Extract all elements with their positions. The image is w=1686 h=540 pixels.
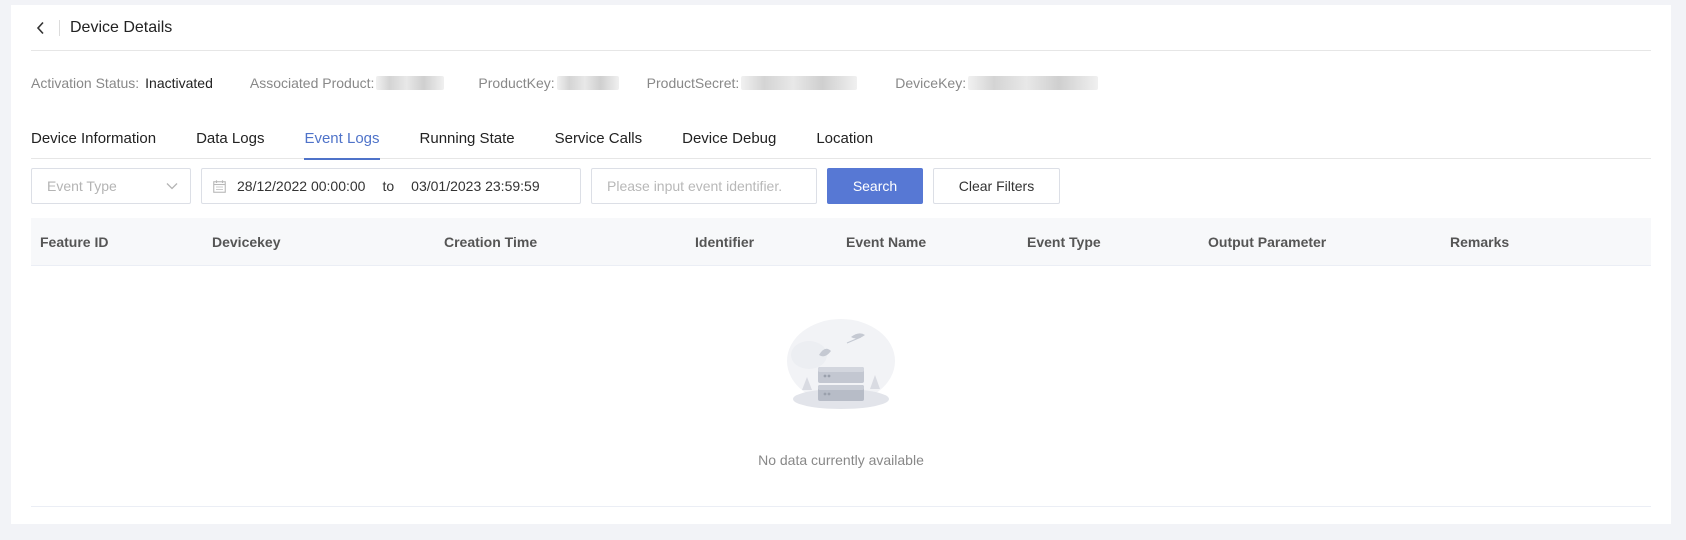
product-key-label: ProductKey:: [478, 75, 555, 91]
event-logs-table: Feature ID Devicekey Creation Time Ident…: [31, 218, 1651, 507]
tab-device-information[interactable]: Device Information: [31, 121, 156, 159]
page-title: Device Details: [70, 18, 173, 36]
column-header-feature-id: Feature ID: [40, 234, 109, 250]
tab-data-logs[interactable]: Data Logs: [196, 121, 264, 159]
clear-filters-button[interactable]: Clear Filters: [933, 168, 1060, 204]
device-key: DeviceKey:: [895, 75, 1099, 91]
event-type-select[interactable]: Event Type: [31, 168, 191, 204]
device-details-panel: Device Details Activation Status: Inacti…: [11, 5, 1671, 524]
chevron-left-icon: [36, 21, 44, 34]
product-key-masked-value: [556, 76, 619, 90]
date-range-separator: to: [382, 178, 395, 194]
associated-product-label: Associated Product:: [249, 75, 375, 91]
product-secret-label: ProductSecret:: [646, 75, 740, 91]
event-identifier-input[interactable]: [591, 168, 817, 204]
detail-tabs: Device Information Data Logs Event Logs …: [31, 121, 1651, 160]
table-empty-state: No data currently available: [31, 266, 1651, 507]
device-info-summary: Activation Status: Inactivated Associate…: [31, 73, 1099, 93]
activation-status-value: Inactivated: [145, 75, 213, 91]
date-start-value[interactable]: 28/12/2022 00:00:00: [237, 178, 365, 194]
table-header: Feature ID Devicekey Creation Time Ident…: [31, 218, 1651, 266]
chevron-down-icon: [166, 183, 178, 190]
empty-data-illustration: [781, 315, 901, 424]
column-header-identifier: Identifier: [695, 234, 755, 250]
back-button[interactable]: [31, 18, 51, 38]
associated-product: Associated Product:: [250, 75, 445, 91]
activation-status: Activation Status: Inactivated: [31, 75, 213, 91]
search-button[interactable]: Search: [827, 168, 923, 204]
product-secret: ProductSecret:: [647, 75, 858, 91]
calendar-icon: [213, 179, 226, 193]
date-range-picker[interactable]: 28/12/2022 00:00:00 to 03/01/2023 23:59:…: [201, 168, 581, 204]
column-header-devicekey: Devicekey: [212, 234, 281, 250]
activation-status-label: Activation Status:: [31, 75, 140, 91]
event-type-placeholder: Event Type: [47, 178, 117, 194]
empty-state-text: No data currently available: [758, 452, 924, 468]
device-key-masked-value: [968, 76, 1099, 90]
tab-running-state[interactable]: Running State: [420, 121, 515, 159]
associated-product-masked-value: [376, 76, 445, 90]
tab-device-debug[interactable]: Device Debug: [682, 121, 776, 159]
device-key-label: DeviceKey:: [895, 75, 967, 91]
column-header-output-parameter: Output Parameter: [1208, 234, 1327, 250]
product-key: ProductKey:: [478, 75, 619, 91]
tab-event-logs[interactable]: Event Logs: [304, 121, 380, 160]
date-end-value[interactable]: 03/01/2023 23:59:59: [411, 178, 539, 194]
tab-location[interactable]: Location: [816, 121, 873, 159]
header-divider: [59, 19, 60, 36]
column-header-event-name: Event Name: [846, 234, 927, 250]
column-header-event-type: Event Type: [1027, 234, 1101, 250]
tab-service-calls[interactable]: Service Calls: [555, 121, 643, 159]
page-header: Device Details: [31, 5, 1651, 51]
filter-bar: Event Type 28/12/2022 00:00:00 to 03/01/…: [31, 168, 1060, 204]
column-header-creation-time: Creation Time: [444, 234, 538, 250]
column-header-remarks: Remarks: [1450, 234, 1510, 250]
product-secret-masked-value: [741, 76, 858, 90]
